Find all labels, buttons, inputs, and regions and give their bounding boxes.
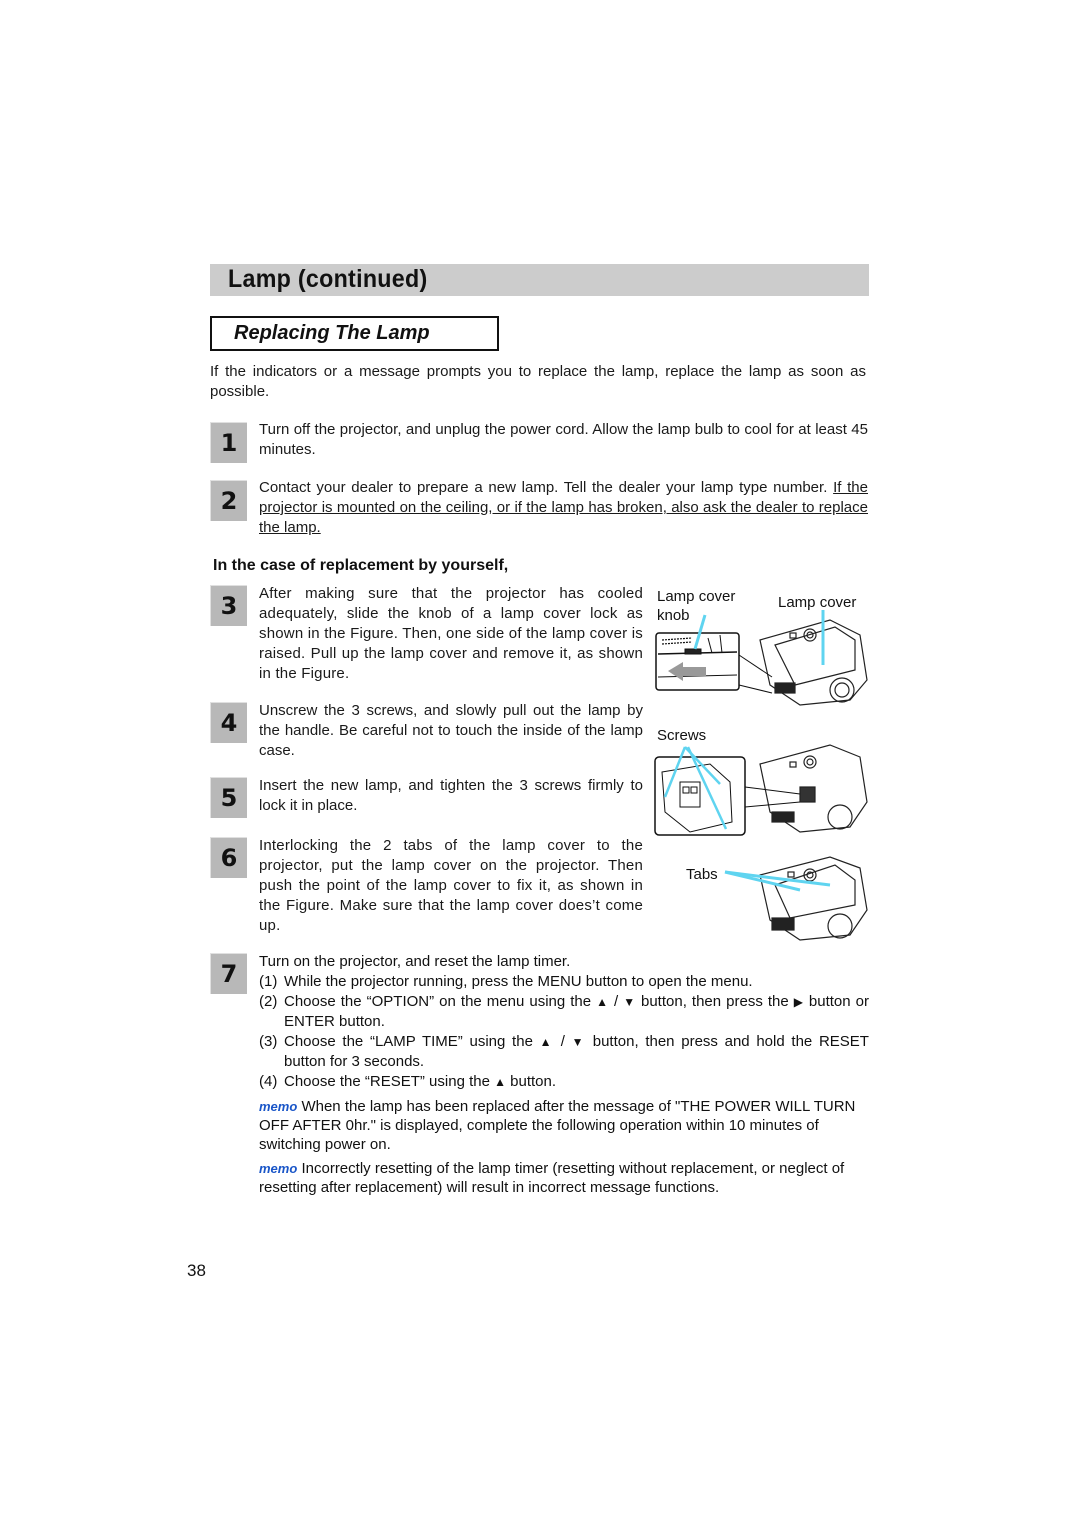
case-heading: In the case of replacement by yourself, <box>213 557 509 574</box>
step-2-main: Contact your dealer to prepare a new lam… <box>259 479 828 496</box>
section-title: Lamp (continued) <box>228 265 428 293</box>
step-4-text: Unscrew the 3 screws, and slowly pull ou… <box>259 702 643 759</box>
step-7-item-4: (4) Choose the “RESET” using the ▲ butto… <box>259 1072 869 1092</box>
subsection-title-box: Replacing The Lamp <box>210 316 499 351</box>
step-badge-4: 4 <box>210 702 247 743</box>
intro-paragraph: If the indicators or a message prompts y… <box>210 363 866 400</box>
step-badge-2: 2 <box>210 480 247 521</box>
item-text: Choose the “LAMP TIME” using the <box>284 1033 540 1050</box>
projector-illustration <box>759 619 868 706</box>
figure-lamp-cover-removal <box>655 610 868 706</box>
step-badge-5: 5 <box>210 777 247 818</box>
item-number: (1) <box>259 973 278 990</box>
figure-tabs <box>724 856 868 941</box>
item-text: / <box>608 993 624 1010</box>
step-5-text: Insert the new lamp, and tighten the 3 s… <box>259 777 643 814</box>
step-badge-7: 7 <box>210 953 247 994</box>
subsection-title: Replacing The Lamp <box>234 322 430 344</box>
step-badge-1: 1 <box>210 422 247 463</box>
item-text: / <box>554 1033 572 1050</box>
up-arrow-icon: ▲ <box>539 1035 555 1049</box>
step-2-text: Contact your dealer to prepare a new lam… <box>259 478 868 538</box>
step-3-text: After making sure that the projector has… <box>259 585 643 682</box>
step-1-text: Turn off the projector, and unplug the p… <box>259 421 868 458</box>
memo-label: memo <box>259 1161 298 1176</box>
item-number: (4) <box>259 1073 278 1090</box>
memo-1: memo When the lamp has been replaced aft… <box>259 1097 864 1154</box>
item-number: (2) <box>259 993 278 1010</box>
right-arrow-icon: ▶ <box>793 995 804 1009</box>
step-badge-6: 6 <box>210 837 247 878</box>
item-number: (3) <box>259 1033 278 1050</box>
down-arrow-icon: ▼ <box>571 1035 587 1049</box>
item-text: Choose the “OPTION” on the menu using th… <box>284 993 597 1010</box>
step-7-item-3: (3) Choose the “LAMP TIME” using the ▲ /… <box>259 1032 869 1072</box>
up-arrow-icon: ▲ <box>596 995 609 1009</box>
memo-text: Incorrectly resetting of the lamp timer … <box>259 1160 845 1196</box>
figure-screws <box>654 744 868 836</box>
step-6-text: Interlocking the 2 tabs of the lamp cove… <box>259 837 643 934</box>
item-text: While the projector running, press the M… <box>284 973 753 990</box>
projector-illustration <box>759 744 868 833</box>
memo-label: memo <box>259 1099 298 1114</box>
step-7-intro: Turn on the projector, and reset the lam… <box>259 953 571 970</box>
item-text: Choose the “RESET” using the <box>284 1073 495 1090</box>
down-arrow-icon: ▼ <box>623 995 636 1009</box>
section-header-bar: Lamp (continued) <box>210 264 869 296</box>
projector-illustration <box>759 856 868 941</box>
step-7-item-2: (2) Choose the “OPTION” on the menu usin… <box>259 992 869 1032</box>
knob-inset <box>655 632 773 694</box>
up-arrow-icon: ▲ <box>494 1075 506 1089</box>
memo-text: When the lamp has been replaced after th… <box>259 1098 856 1153</box>
step-badge-3: 3 <box>210 585 247 626</box>
item-text: button. <box>506 1073 557 1090</box>
step-7-content: Turn on the projector, and reset the lam… <box>259 952 869 1092</box>
page-number: 38 <box>187 1261 206 1280</box>
item-text: button, then press the <box>635 993 794 1010</box>
label-line: Lamp cover <box>657 588 736 605</box>
memo-2: memo Incorrectly resetting of the lamp t… <box>259 1159 864 1197</box>
step-7-item-1: (1) While the projector running, press t… <box>259 972 869 992</box>
